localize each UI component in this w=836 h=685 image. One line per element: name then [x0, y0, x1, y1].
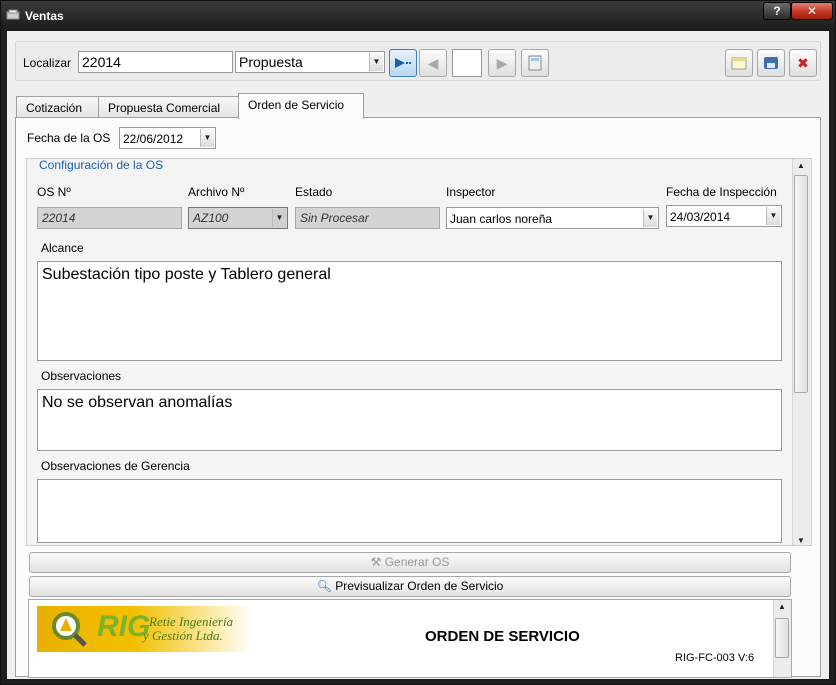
fecha-os-value: 22/06/2012	[123, 132, 184, 146]
report-preview: RIG Retie Ingeniería y Gestión Ltda. ORD…	[28, 599, 792, 678]
previsualizar-button[interactable]: 🔍︎ Previsualizar Orden de Servicio	[29, 576, 791, 597]
delete-button[interactable]: ✖	[789, 49, 817, 77]
inspector-label: Inspector	[446, 185, 496, 199]
chevron-down-icon[interactable]: ▼	[272, 209, 286, 227]
inspector-select[interactable]: Juan carlos noreña ▼	[446, 207, 659, 229]
close-window-button[interactable]: ✕	[791, 2, 833, 20]
next-record-button[interactable]: ▶	[488, 49, 516, 77]
fecha-inspeccion-label: Fecha de Inspección	[666, 185, 777, 199]
new-record-button[interactable]	[725, 49, 753, 77]
estado-field: Sin Procesar	[295, 207, 440, 229]
estado-label: Estado	[295, 185, 333, 199]
app-icon	[6, 9, 20, 20]
previsualizar-label: Previsualizar Orden de Servicio	[335, 579, 504, 593]
company-logo: RIG Retie Ingeniería y Gestión Ltda.	[37, 606, 253, 652]
os-number-field: 22014	[37, 207, 182, 229]
ventas-window: Ventas ? ✕ Localizar 22014 Propuesta ▼ ◀…	[0, 0, 836, 685]
type-select[interactable]: Propuesta ▼	[235, 51, 385, 73]
observaciones-textarea[interactable]: No se observan anomalías	[37, 389, 782, 451]
magnifier-logo-icon	[52, 612, 87, 647]
archivo-value: AZ100	[193, 211, 229, 225]
tab-cotizacion[interactable]: Cotización	[16, 96, 99, 118]
new-document-icon	[731, 57, 747, 70]
configuracion-os-group: Configuración de la OS OS Nº Archivo Nº …	[26, 158, 812, 546]
localizar-label: Localizar	[23, 56, 72, 70]
client-area: Localizar 22014 Propuesta ▼ ◀ ▶ ✖ Cotiza…	[7, 31, 829, 679]
archivo-label: Archivo Nº	[188, 185, 245, 199]
type-select-value: Propuesta	[239, 54, 303, 70]
calculator-icon	[528, 55, 542, 71]
observaciones-gerencia-textarea[interactable]	[37, 479, 782, 543]
scrollbar-thumb[interactable]	[794, 175, 808, 393]
scroll-down-icon[interactable]: ▼	[793, 536, 809, 545]
form-scrollbar[interactable]: ▲ ▼	[792, 159, 810, 545]
fecha-os-label: Fecha de la OS	[27, 131, 111, 145]
record-position-field[interactable]	[452, 49, 482, 77]
archivo-select[interactable]: AZ100 ▼	[188, 207, 288, 229]
preview-scrollbar-thumb[interactable]	[775, 618, 789, 658]
orden-servicio-page: Fecha de la OS 22/06/2012 ▼ Configuració…	[15, 117, 821, 678]
wand-icon: ⚒	[370, 555, 382, 569]
title-bar: Ventas ? ✕	[1, 1, 835, 31]
save-button[interactable]	[757, 49, 785, 77]
document-code: RIG-FC-003 V:6	[675, 652, 755, 664]
os-number-label: OS Nº	[37, 185, 71, 199]
arrow-left-icon: ◀	[427, 55, 439, 71]
document-title: ORDEN DE SERVICIO	[425, 628, 580, 645]
tab-propuesta-comercial[interactable]: Propuesta Comercial	[98, 96, 239, 118]
preview-scrollbar[interactable]: ▲	[773, 600, 791, 677]
group-title: Configuración de la OS	[37, 158, 166, 172]
chevron-down-icon[interactable]: ▼	[643, 209, 657, 227]
previous-record-button[interactable]: ◀	[419, 49, 447, 77]
help-button[interactable]: ?	[763, 2, 791, 20]
fecha-inspeccion-field[interactable]: 24/03/2014 ▼	[666, 205, 782, 227]
observaciones-gerencia-label: Observaciones de Gerencia	[41, 459, 190, 473]
magnifier-icon: 🔍︎	[316, 579, 332, 593]
search-toolbar: Localizar 22014 Propuesta ▼ ◀ ▶ ✖	[15, 41, 821, 81]
chevron-down-icon[interactable]: ▼	[200, 129, 214, 147]
alcance-textarea[interactable]: Subestación tipo poste y Tablero general	[37, 261, 782, 361]
generar-os-button[interactable]: ⚒ Generar OS	[29, 552, 791, 573]
go-arrow-icon	[395, 58, 411, 68]
scroll-up-icon[interactable]: ▲	[793, 161, 809, 170]
scroll-up-icon[interactable]: ▲	[774, 602, 790, 611]
logo-tagline-2: y Gestión Ltda.	[143, 628, 223, 643]
fecha-inspeccion-value: 24/03/2014	[670, 210, 731, 224]
alcance-label: Alcance	[41, 241, 84, 255]
red-x-icon: ✖	[797, 55, 809, 71]
fecha-os-field[interactable]: 22/06/2012 ▼	[119, 127, 216, 149]
inspector-value: Juan carlos noreña	[450, 212, 553, 226]
observaciones-label: Observaciones	[41, 369, 122, 383]
window-title: Ventas	[25, 9, 64, 23]
save-icon	[764, 57, 778, 69]
search-button[interactable]	[389, 49, 417, 77]
calculator-button[interactable]	[521, 49, 549, 77]
chevron-down-icon[interactable]: ▼	[766, 207, 780, 225]
generar-os-label: Generar OS	[384, 555, 450, 569]
arrow-right-icon: ▶	[496, 55, 508, 71]
tab-orden-de-servicio[interactable]: Orden de Servicio	[238, 93, 364, 119]
localizar-input[interactable]: 22014	[78, 51, 233, 73]
chevron-down-icon[interactable]: ▼	[369, 53, 383, 71]
